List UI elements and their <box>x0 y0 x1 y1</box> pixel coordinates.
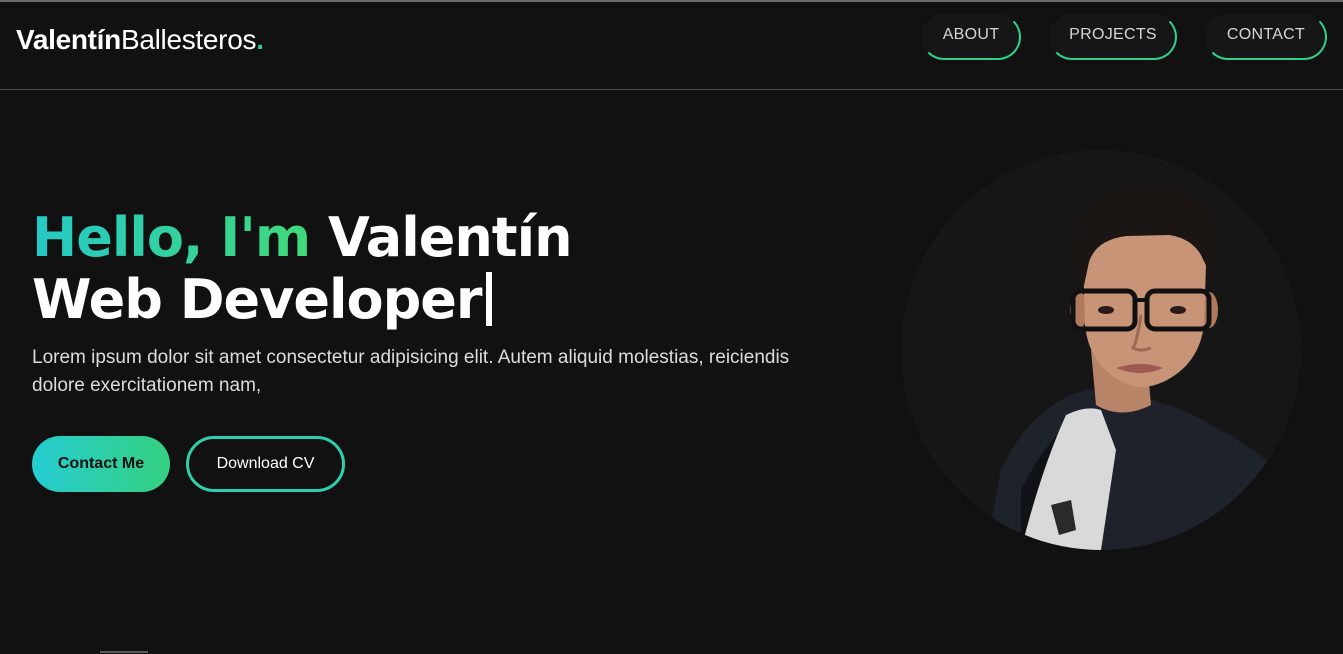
typing-cursor <box>485 272 492 326</box>
brand-dot: . <box>256 24 264 55</box>
nav-contact-button[interactable]: CONTACT <box>1205 14 1327 60</box>
download-cv-button[interactable]: Download CV <box>186 436 345 492</box>
contact-me-button[interactable]: Contact Me <box>32 436 170 492</box>
bottom-divider <box>100 651 148 653</box>
hero-role: Web Developer <box>32 268 483 331</box>
brand-logo[interactable]: ValentínBallesteros. <box>16 24 264 56</box>
hero-name: Valentín <box>327 206 573 269</box>
hero-title: Hello, I'm Valentín Web Developer <box>32 206 573 331</box>
hero-description: Lorem ipsum dolor sit amet consectetur a… <box>32 347 790 396</box>
site-header: ValentínBallesteros. ABOUT PROJECTS CONT… <box>0 2 1343 90</box>
nav-about-button[interactable]: ABOUT <box>921 14 1021 60</box>
brand-first-name: Valentín <box>16 24 121 55</box>
nav-projects-button[interactable]: PROJECTS <box>1049 14 1177 60</box>
profile-photo-illustration <box>986 185 1301 550</box>
profile-photo <box>901 150 1301 550</box>
brand-last-name: Ballesteros <box>120 24 257 55</box>
hero-greeting: Hello, I'm <box>32 206 311 269</box>
